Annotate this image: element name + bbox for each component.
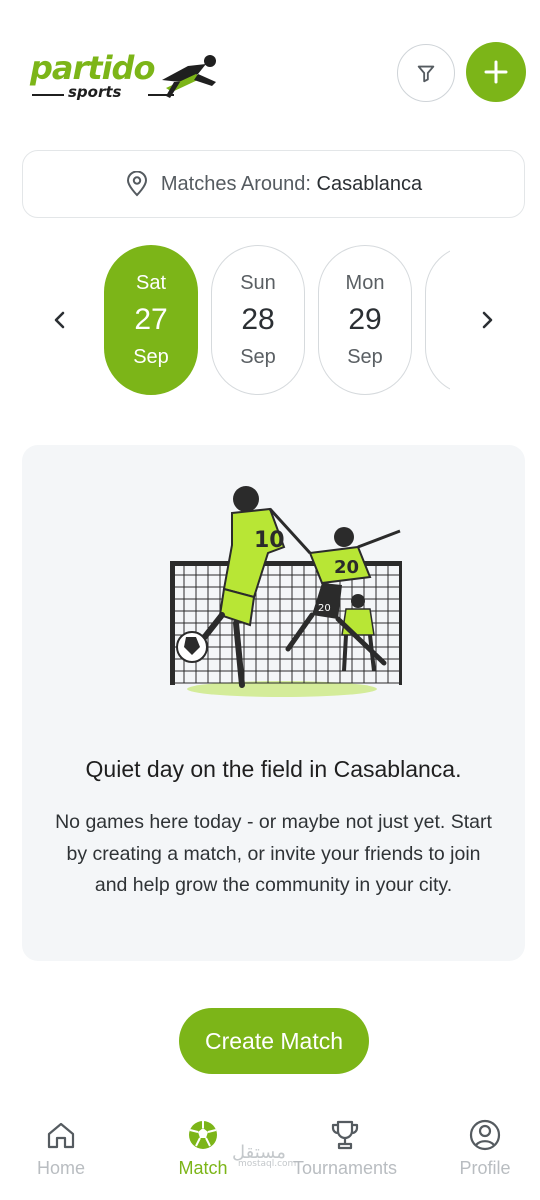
runner-icon bbox=[162, 55, 216, 98]
nav-label-profile: Profile bbox=[459, 1158, 511, 1178]
location-label: Matches Around: bbox=[160, 172, 311, 195]
filter-button[interactable] bbox=[397, 44, 455, 102]
date-month: Sep bbox=[240, 346, 276, 368]
chevron-left-icon bbox=[54, 311, 65, 329]
date-pill[interactable]: Mon 29 Sep bbox=[318, 245, 412, 395]
nav-label-match: Match bbox=[178, 1158, 228, 1178]
trophy-icon bbox=[331, 1120, 359, 1150]
app-logo: partido sports bbox=[30, 50, 220, 106]
soccer-ball-icon bbox=[189, 1121, 217, 1149]
logo-wordmark: partido bbox=[30, 49, 155, 87]
nav-item-match[interactable]: Match bbox=[138, 1118, 268, 1188]
date-weekday: Sun bbox=[240, 272, 276, 294]
date-month: Sep bbox=[133, 346, 169, 368]
bottom-nav: Home Match Tournaments Profile bbox=[0, 1110, 540, 1200]
nav-item-profile[interactable]: Profile bbox=[420, 1118, 540, 1188]
create-match-button[interactable]: Create Match bbox=[179, 1008, 369, 1074]
empty-state-card: 20 20 10 Quiet day on the field in Casab… bbox=[22, 445, 525, 961]
date-pill-partial[interactable] bbox=[425, 245, 450, 395]
soccer-illustration: 20 20 10 bbox=[170, 486, 402, 697]
nav-label-tournaments: Tournaments bbox=[292, 1158, 398, 1178]
logo-line-left bbox=[32, 94, 64, 96]
logo-subtitle: sports bbox=[68, 83, 122, 101]
date-day: 27 bbox=[134, 303, 168, 336]
jersey-number-10: 10 bbox=[254, 528, 285, 553]
empty-state-body: No games here today - or maybe not just … bbox=[55, 811, 492, 896]
location-text: Matches Around: Casablanca bbox=[161, 173, 422, 196]
chevron-right-icon bbox=[482, 311, 493, 329]
location-pin-icon bbox=[126, 171, 147, 197]
next-date-button[interactable] bbox=[467, 300, 507, 340]
nav-item-home[interactable]: Home bbox=[0, 1118, 126, 1188]
jersey-number-20: 20 bbox=[334, 557, 359, 578]
date-pill[interactable]: Sun 28 Sep bbox=[211, 245, 305, 395]
nav-label-home: Home bbox=[36, 1158, 85, 1178]
shorts-number-20: 20 bbox=[318, 603, 331, 614]
user-circle-icon bbox=[469, 1119, 501, 1151]
date-weekday: Sat bbox=[135, 272, 167, 294]
plus-icon bbox=[484, 60, 508, 84]
filter-icon bbox=[417, 65, 435, 83]
date-day: 29 bbox=[348, 303, 382, 336]
location-selector[interactable]: Matches Around: Casablanca bbox=[22, 150, 525, 218]
prev-date-button[interactable] bbox=[40, 300, 80, 340]
location-city: Casablanca bbox=[316, 172, 423, 195]
date-day: 28 bbox=[241, 303, 275, 336]
home-icon bbox=[47, 1122, 75, 1149]
add-match-button[interactable] bbox=[466, 42, 526, 102]
date-month: Sep bbox=[347, 346, 383, 368]
empty-state-title: Quiet day on the field in Casablanca. bbox=[85, 756, 462, 782]
date-strip: Sat 27 Sep Sun 28 Sep Mon 29 Sep bbox=[100, 243, 450, 397]
date-weekday: Mon bbox=[345, 272, 385, 294]
date-pill-selected[interactable]: Sat 27 Sep bbox=[104, 245, 198, 395]
nav-item-tournaments[interactable]: Tournaments bbox=[280, 1118, 410, 1188]
